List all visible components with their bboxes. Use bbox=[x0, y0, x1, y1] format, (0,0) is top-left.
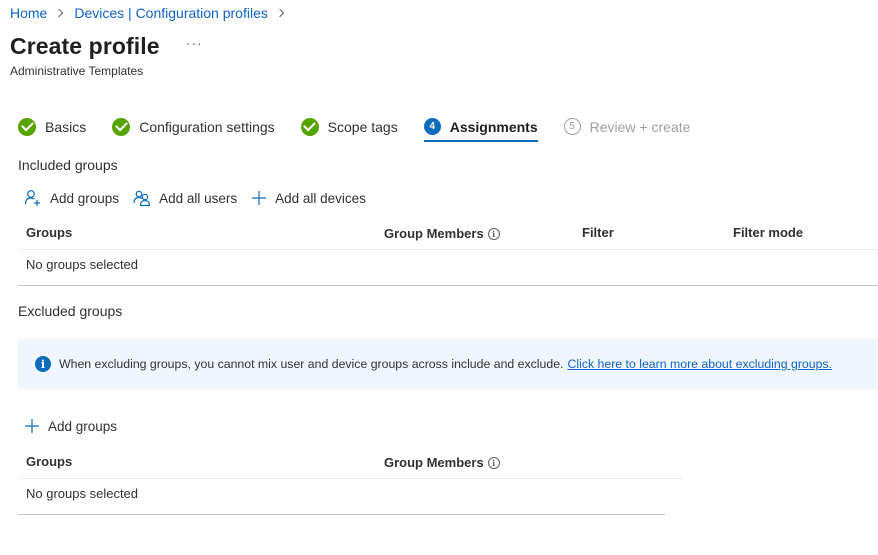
column-label: Group Members bbox=[384, 226, 484, 241]
included-groups-table: Groups Group Members i Filter Filter mod… bbox=[18, 218, 878, 280]
table-row: No groups selected bbox=[18, 479, 682, 509]
included-command-bar: Add groups Add all users Add all devices bbox=[24, 189, 380, 207]
breadcrumb: Home Devices | Configuration profiles bbox=[10, 5, 295, 21]
empty-state-text: No groups selected bbox=[26, 257, 139, 272]
column-label: Groups bbox=[26, 454, 73, 469]
section-divider bbox=[18, 285, 878, 286]
chevron-right-icon bbox=[55, 8, 64, 18]
info-icon[interactable]: i bbox=[487, 227, 500, 240]
column-header-group-members[interactable]: Group Members i bbox=[384, 226, 500, 241]
plus-icon bbox=[25, 419, 39, 433]
step-assignments[interactable]: 4 Assignments bbox=[423, 113, 538, 142]
add-all-users-label: Add all users bbox=[159, 190, 238, 206]
breadcrumb-home[interactable]: Home bbox=[10, 5, 47, 21]
learn-more-link[interactable]: Click here to learn more about excluding… bbox=[567, 357, 832, 371]
title-row: Create profile ··· bbox=[10, 33, 203, 60]
column-header-filter[interactable]: Filter bbox=[582, 225, 614, 240]
checkmark-circle-icon bbox=[300, 117, 319, 136]
page-subtitle: Administrative Templates bbox=[10, 64, 144, 78]
add-groups-label: Add groups bbox=[50, 190, 120, 206]
add-all-devices-label: Add all devices bbox=[275, 190, 366, 206]
column-header-filter-mode[interactable]: Filter mode bbox=[733, 225, 803, 240]
add-person-icon bbox=[24, 190, 40, 206]
step-review-create: 5 Review + create bbox=[563, 113, 691, 140]
step-scope-tags[interactable]: Scope tags bbox=[300, 113, 398, 140]
step-label: Scope tags bbox=[327, 118, 398, 135]
wizard-steps: Basics Configuration settings Scope tags… bbox=[18, 113, 716, 145]
info-icon: i bbox=[35, 356, 51, 372]
info-icon[interactable]: i bbox=[487, 456, 500, 469]
add-groups-label: Add groups bbox=[48, 418, 118, 434]
table-header: Groups Group Members i bbox=[18, 447, 682, 479]
excluded-groups-table: Groups Group Members i No groups selecte… bbox=[18, 447, 682, 509]
plus-icon bbox=[252, 191, 267, 205]
checkmark-circle-icon bbox=[112, 117, 131, 136]
column-label: Filter bbox=[582, 225, 614, 240]
step-label: Review + create bbox=[589, 118, 691, 135]
included-groups-heading: Included groups bbox=[18, 157, 118, 173]
more-options-button[interactable]: ··· bbox=[186, 35, 203, 51]
column-header-group-members[interactable]: Group Members i bbox=[384, 455, 500, 470]
excluded-command-bar: Add groups bbox=[24, 418, 131, 434]
empty-state-text: No groups selected bbox=[26, 486, 139, 501]
column-label: Groups bbox=[26, 225, 73, 240]
column-header-groups[interactable]: Groups bbox=[26, 225, 72, 240]
info-banner: i When excluding groups, you cannot mix … bbox=[18, 339, 878, 389]
people-icon bbox=[133, 190, 151, 207]
table-header: Groups Group Members i Filter Filter mod… bbox=[18, 218, 878, 250]
column-label: Filter mode bbox=[733, 225, 804, 240]
step-label: Basics bbox=[45, 118, 87, 135]
breadcrumb-configuration-profiles[interactable]: Devices | Configuration profiles bbox=[74, 5, 268, 21]
step-number-badge: 5 bbox=[563, 118, 581, 135]
add-all-devices-button[interactable]: Add all devices bbox=[251, 190, 366, 206]
add-excluded-groups-button[interactable]: Add groups bbox=[24, 418, 117, 434]
chevron-right-icon bbox=[275, 8, 285, 18]
column-label: Group Members bbox=[384, 455, 484, 470]
step-label: Assignments bbox=[449, 118, 538, 135]
excluded-groups-heading: Excluded groups bbox=[18, 303, 123, 319]
step-number-badge: 4 bbox=[423, 118, 441, 135]
checkmark-circle-icon bbox=[18, 117, 36, 136]
step-label: Configuration settings bbox=[139, 118, 275, 135]
step-basics[interactable]: Basics bbox=[18, 113, 86, 140]
table-row: No groups selected bbox=[18, 250, 878, 280]
step-configuration-settings[interactable]: Configuration settings bbox=[112, 113, 275, 140]
column-header-groups[interactable]: Groups bbox=[26, 454, 72, 469]
add-all-users-button[interactable]: Add all users bbox=[133, 189, 237, 207]
info-banner-text: When excluding groups, you cannot mix us… bbox=[59, 357, 564, 371]
add-groups-button[interactable]: Add groups bbox=[24, 189, 119, 207]
page-title: Create profile bbox=[10, 33, 160, 59]
section-divider bbox=[18, 514, 665, 515]
